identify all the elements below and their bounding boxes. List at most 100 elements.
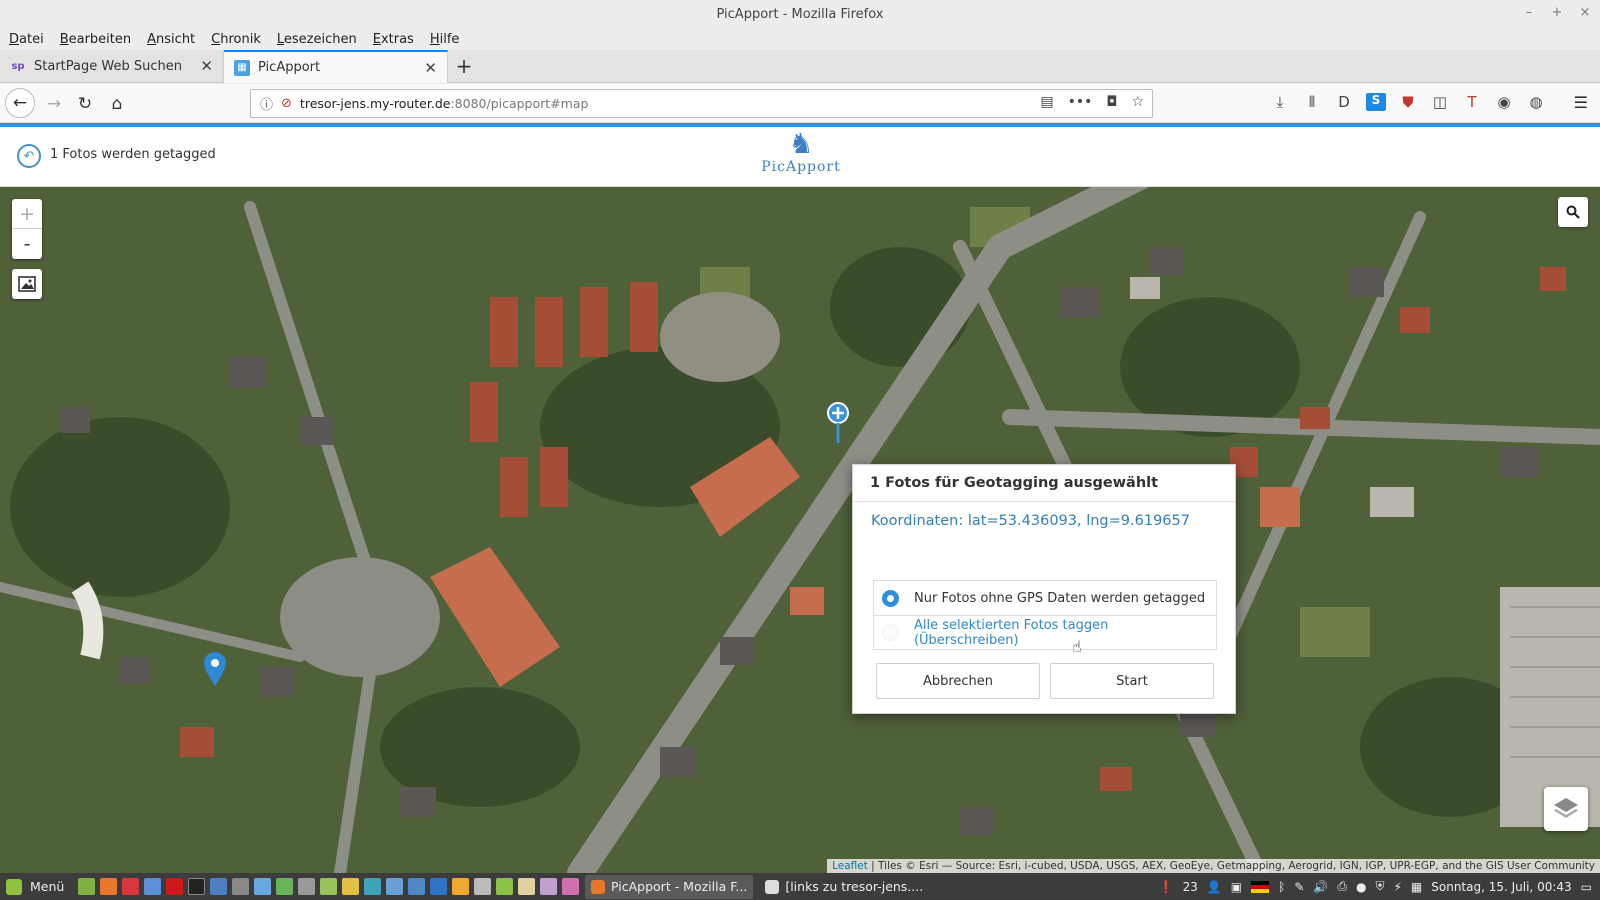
- alert-icon[interactable]: ❗: [1159, 880, 1174, 894]
- printer-icon[interactable]: ⎙: [1337, 879, 1347, 894]
- user-icon[interactable]: 👤: [1207, 880, 1222, 894]
- extension-s-icon[interactable]: S: [1366, 93, 1386, 111]
- start-menu-button[interactable]: Menü: [0, 878, 78, 895]
- volume-icon[interactable]: 🔊: [1313, 880, 1328, 894]
- attribution-text: | Tiles © Esri — Source: Esri, i-cubed, …: [867, 860, 1595, 872]
- image-icon[interactable]: [12, 269, 42, 299]
- extension-d-icon[interactable]: D: [1334, 93, 1354, 111]
- back-arrow-icon[interactable]: ↶: [17, 144, 41, 168]
- clock-text[interactable]: Sonntag, 15. Juli, 00:43: [1431, 880, 1571, 894]
- close-tab-icon[interactable]: ✕: [424, 59, 437, 77]
- files-launcher-icon[interactable]: [320, 878, 337, 895]
- radio-selected-icon[interactable]: [882, 589, 899, 607]
- insecure-icon[interactable]: ⊘: [281, 96, 292, 111]
- downloads-icon[interactable]: ⤓: [1270, 93, 1290, 111]
- calendar-icon[interactable]: ▦: [1411, 880, 1422, 894]
- navigation-toolbar: ← → ↻ ⌂ ⓘ ⊘ tresor-jens.my-router.de:808…: [0, 84, 1600, 123]
- home-icon[interactable]: ⌂: [103, 90, 131, 118]
- network-launcher-icon[interactable]: [408, 878, 425, 895]
- menu-hilfe[interactable]: Hilfe: [430, 32, 460, 47]
- radio-unselected-icon[interactable]: [882, 624, 899, 641]
- window-titlebar: PicApport - Mozilla Firefox – + ×: [0, 0, 1600, 28]
- notifications-icon[interactable]: ▭: [1581, 880, 1592, 894]
- library-icon[interactable]: ⫴: [1302, 93, 1322, 111]
- extension-t-icon[interactable]: T: [1462, 93, 1482, 111]
- menu-chronik[interactable]: Chronik: [211, 32, 261, 47]
- opera-launcher-icon[interactable]: [166, 878, 183, 895]
- keyboard-layout-de-icon[interactable]: [1251, 880, 1270, 893]
- task-links[interactable]: [links zu tresor-jens....: [759, 875, 929, 899]
- camera-launcher-icon[interactable]: [298, 878, 315, 895]
- new-tab-button[interactable]: +: [448, 50, 480, 82]
- menu-lesezeichen[interactable]: Lesezeichen: [277, 32, 357, 47]
- close-tab-icon[interactable]: ✕: [200, 57, 213, 75]
- ublock-icon[interactable]: ⛊: [1398, 93, 1418, 111]
- window-minimize-button[interactable]: –: [1522, 5, 1536, 20]
- back-icon[interactable]: ←: [5, 88, 35, 118]
- terminal-launcher-icon[interactable]: [188, 878, 205, 895]
- window-maximize-button[interactable]: +: [1550, 5, 1564, 20]
- record-icon[interactable]: ●: [1356, 880, 1366, 894]
- reader-mode-icon[interactable]: ▤: [1040, 94, 1053, 110]
- menu-bearbeiten[interactable]: Bearbeiten: [60, 32, 131, 47]
- extension-b-icon[interactable]: ◍: [1526, 93, 1546, 111]
- photo-location-marker-icon[interactable]: [203, 651, 227, 687]
- firefox-icon: [591, 879, 605, 894]
- new-location-marker-icon[interactable]: [826, 402, 850, 444]
- menu-extras[interactable]: Extras: [373, 32, 414, 47]
- menu-ansicht[interactable]: Ansicht: [147, 32, 195, 47]
- map-view[interactable]: + - Leaflet | Tiles © Esri — Source: Esr…: [0, 187, 1600, 873]
- info-icon[interactable]: ⓘ: [260, 94, 273, 113]
- zoom-out-button[interactable]: -: [12, 229, 42, 259]
- url-bar[interactable]: ⓘ ⊘ tresor-jens.my-router.de:8080/picapp…: [250, 89, 1153, 118]
- pen-icon[interactable]: ✎: [1294, 880, 1304, 894]
- calc-launcher-icon[interactable]: [474, 878, 491, 895]
- task-firefox[interactable]: PicApport - Mozilla F...: [585, 874, 754, 899]
- show-desktop-icon[interactable]: [78, 878, 95, 895]
- vm-launcher-icon[interactable]: [254, 878, 271, 895]
- clipboard-icon[interactable]: ▣: [1231, 880, 1242, 894]
- cancel-button[interactable]: Abbrechen: [876, 663, 1040, 699]
- paint-launcher-icon[interactable]: [562, 878, 579, 895]
- extension-a-icon[interactable]: ◉: [1494, 93, 1514, 111]
- aerial-imagery: [0, 187, 1600, 873]
- url-text[interactable]: tresor-jens.my-router.de:8080/picapport#…: [300, 96, 589, 111]
- picapport-logo[interactable]: ♞ PicApport: [756, 129, 846, 185]
- sidebar-icon[interactable]: ◫: [1430, 93, 1450, 111]
- firefox-launcher-icon[interactable]: [100, 878, 117, 895]
- shield-icon[interactable]: ⛨: [1375, 879, 1384, 894]
- tab-startpage[interactable]: sp StartPage Web Suchen ✕: [0, 50, 224, 83]
- option-untagged-only[interactable]: Nur Fotos ohne GPS Daten werden getagged: [874, 581, 1216, 615]
- zoom-in-button[interactable]: +: [12, 199, 42, 229]
- search-icon[interactable]: [1558, 197, 1588, 227]
- menu-datei[interactable]: Datei: [9, 32, 44, 47]
- vivaldi-launcher-icon[interactable]: [122, 878, 139, 895]
- app-launcher-icon[interactable]: [276, 878, 293, 895]
- browser-launcher-icon[interactable]: [144, 878, 161, 895]
- reload-icon[interactable]: ↻: [71, 90, 99, 118]
- window-close-button[interactable]: ×: [1578, 5, 1592, 20]
- bookmark-star-icon[interactable]: ☆: [1131, 94, 1144, 110]
- sync-launcher-icon[interactable]: [364, 878, 381, 895]
- map-attribution: Leaflet | Tiles © Esri — Source: Esri, i…: [827, 859, 1600, 873]
- start-button[interactable]: Start: [1050, 663, 1214, 699]
- media-launcher-icon[interactable]: [452, 878, 469, 895]
- hamburger-menu-icon[interactable]: ☰: [1574, 93, 1588, 112]
- cloud-launcher-icon[interactable]: [386, 878, 403, 895]
- layers-icon[interactable]: [1544, 787, 1588, 831]
- network-icon[interactable]: ⚡: [1393, 880, 1401, 894]
- settings-launcher-icon[interactable]: [210, 878, 227, 895]
- option-overwrite-all[interactable]: Alle selektierten Fotos taggen (Überschr…: [874, 615, 1216, 649]
- forward-icon[interactable]: →: [40, 90, 68, 118]
- notes-launcher-icon[interactable]: [496, 878, 513, 895]
- page-actions-icon[interactable]: •••: [1068, 94, 1093, 110]
- pocket-icon[interactable]: ◘: [1106, 94, 1117, 110]
- ve-launcher-icon[interactable]: [430, 878, 447, 895]
- bluetooth-icon[interactable]: ᛒ: [1278, 880, 1285, 894]
- folder-launcher-icon[interactable]: [342, 878, 359, 895]
- leaflet-link[interactable]: Leaflet: [832, 860, 868, 872]
- tab-picapport[interactable]: ▦ PicApport ✕: [224, 50, 448, 83]
- graphics-launcher-icon[interactable]: [540, 878, 557, 895]
- editor-launcher-icon[interactable]: [518, 878, 535, 895]
- lock-launcher-icon[interactable]: [232, 878, 249, 895]
